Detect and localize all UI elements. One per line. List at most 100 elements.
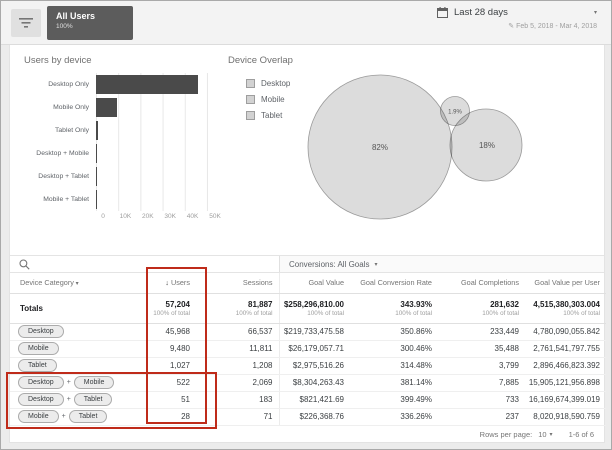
device-chip-tablet[interactable]: Tablet (69, 410, 108, 423)
col-header-device-category[interactable]: Device Category ▾ (10, 273, 138, 293)
table-row[interactable]: Desktop+Tablet51183$821,421.69399.49%733… (10, 391, 606, 408)
totals-cell: 343.93%100% of total (350, 293, 438, 323)
table-row[interactable]: Mobile+Tablet2871$226,368.76336.26%2378,… (10, 408, 606, 425)
date-range-dates: ✎ Feb 5, 2018 - Mar 4, 2018 (437, 22, 597, 30)
add-segment-button[interactable] (11, 9, 41, 37)
device-chip-desktop[interactable]: Desktop (18, 325, 64, 338)
bar-category-label: Tablet Only (16, 127, 96, 134)
data-cell: 7,885 (438, 374, 525, 391)
bar[interactable] (96, 167, 97, 186)
data-cell: 350.86% (350, 323, 438, 340)
device-chip-mobile[interactable]: Mobile (18, 410, 59, 423)
bar-chart-title: Users by device (24, 55, 216, 66)
col-header-goal-completions[interactable]: Goal Completions (438, 273, 525, 293)
col-header-goal-conversion-rate[interactable]: Goal Conversion Rate (350, 273, 438, 293)
totals-cell: 57,204100% of total (138, 293, 196, 323)
data-cell: 1,208 (196, 357, 279, 374)
bar-row: Desktop + Mobile (16, 142, 216, 165)
bar-track (96, 165, 208, 188)
data-cell: 522 (138, 374, 196, 391)
device-chip-tablet[interactable]: Tablet (18, 359, 57, 372)
data-cell: 399.49% (350, 391, 438, 408)
x-axis-tick: 30K (164, 213, 176, 220)
data-cell: 4,780,090,055.842 (525, 323, 606, 340)
col-header-users[interactable]: ↓ Users (138, 273, 196, 293)
totals-label: Totals (10, 293, 138, 323)
data-cell: 2,896,466,823.392 (525, 357, 606, 374)
device-chip-mobile[interactable]: Mobile (74, 376, 115, 389)
data-cell: 71 (196, 408, 279, 425)
bar-track (96, 96, 208, 119)
bar-track (96, 73, 208, 96)
data-table-section: Conversions: All Goals ▾ Device Category… (10, 255, 604, 444)
device-chip-mobile[interactable]: Mobile (18, 342, 59, 355)
data-cell: $2,975,516.26 (279, 357, 350, 374)
table-row[interactable]: Mobile9,48011,811$26,179,057.71300.46%35… (10, 340, 606, 357)
data-cell: 2,069 (196, 374, 279, 391)
legend-label: Tablet (261, 111, 282, 120)
venn-diagram[interactable]: 82% 18% 1.9% (302, 63, 602, 235)
bar-chart-rows: Desktop OnlyMobile OnlyTablet OnlyDeskto… (16, 73, 216, 211)
legend-swatch (246, 95, 255, 104)
legend-label: Desktop (261, 79, 290, 88)
chevron-down-icon: ▾ (74, 281, 79, 287)
device-category-table: Device Category ▾↓ UsersSessionsGoal Val… (10, 273, 606, 426)
totals-cell: 4,515,380,303.004100% of total (525, 293, 606, 323)
bar[interactable] (96, 144, 97, 163)
table-header-row: Device Category ▾↓ UsersSessionsGoal Val… (10, 273, 606, 293)
bar[interactable] (96, 121, 98, 140)
bar-track (96, 119, 208, 142)
chevron-down-icon: ▾ (374, 261, 377, 268)
data-cell: 28 (138, 408, 196, 425)
chevron-down-icon: ▾ (550, 431, 553, 438)
data-cell: 3,799 (438, 357, 525, 374)
calendar-icon (437, 7, 448, 18)
bar[interactable] (96, 190, 97, 209)
data-cell: 11,811 (196, 340, 279, 357)
bar-track (96, 188, 208, 211)
search-icon[interactable] (19, 259, 30, 270)
bar[interactable] (96, 75, 198, 94)
bar-track (96, 142, 208, 165)
table-row[interactable]: Tablet1,0271,208$2,975,516.26314.48%3,79… (10, 357, 606, 374)
data-cell: 381.14% (350, 374, 438, 391)
segment-topbar: All Users 100% Last 28 days ▾ ✎ Feb 5, 2… (1, 1, 611, 45)
segment-chip-all-users[interactable]: All Users 100% (47, 6, 133, 40)
x-axis-tick: 10K (120, 213, 132, 220)
col-header-goal-value[interactable]: Goal Value (279, 273, 350, 293)
rows-per-page-label: Rows per page: (480, 430, 533, 439)
data-cell: $821,421.69 (279, 391, 350, 408)
date-range-area: Last 28 days ▾ ✎ Feb 5, 2018 - Mar 4, 20… (437, 7, 597, 30)
col-header-sessions[interactable]: Sessions (196, 273, 279, 293)
data-cell: 66,537 (196, 323, 279, 340)
chevron-down-icon: ▾ (594, 9, 597, 16)
venn-legend: Desktop Mobile Tablet (246, 79, 290, 127)
legend-swatch (246, 79, 255, 88)
col-header-goal-value-per-user[interactable]: Goal Value per User (525, 273, 606, 293)
totals-cell: 281,632100% of total (438, 293, 525, 323)
legend-label: Mobile (261, 95, 285, 104)
table-row[interactable]: Desktop+Mobile5222,069$8,304,263.43381.1… (10, 374, 606, 391)
date-range-selector[interactable]: Last 28 days ▾ (437, 7, 597, 18)
data-cell: 8,020,918,590.759 (525, 408, 606, 425)
data-cell: 183 (196, 391, 279, 408)
table-row[interactable]: Desktop 45,96866,537$219,733,475.58350.86… (10, 323, 606, 340)
data-cell: 9,480 (138, 340, 196, 357)
legend-swatch (246, 111, 255, 120)
data-cell: 233,449 (438, 323, 525, 340)
conversions-goal-selector[interactable]: Conversions: All Goals ▾ (279, 256, 604, 272)
legend-item-tablet: Tablet (246, 111, 290, 120)
device-chip-desktop[interactable]: Desktop (18, 376, 64, 389)
data-cell: 1,027 (138, 357, 196, 374)
device-chip-desktop[interactable]: Desktop (18, 393, 64, 406)
bar-row: Mobile + Tablet (16, 188, 216, 211)
x-axis-tick: 20K (142, 213, 154, 220)
device-chip-tablet[interactable]: Tablet (74, 393, 113, 406)
data-cell: 45,968 (138, 323, 196, 340)
bar[interactable] (96, 98, 117, 117)
data-cell: 35,488 (438, 340, 525, 357)
rows-per-page-select[interactable]: 10 ▾ (538, 430, 552, 439)
data-cell: 15,905,121,956.898 (525, 374, 606, 391)
data-cell: $219,733,475.58 (279, 323, 350, 340)
legend-item-desktop: Desktop (246, 79, 290, 88)
